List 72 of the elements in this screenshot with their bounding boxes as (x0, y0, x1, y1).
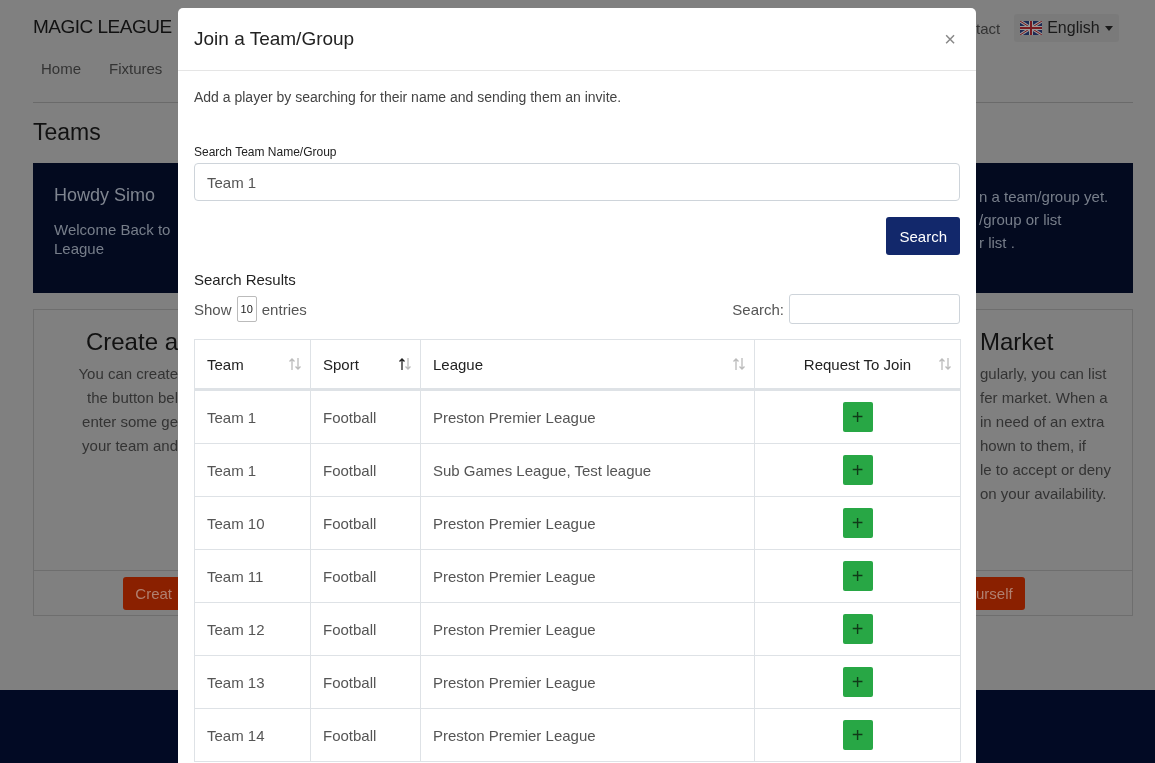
card-text: gularly, you can list (980, 364, 1107, 384)
card-title: Create a (85, 328, 178, 356)
banner-text: Welcome Back to (54, 220, 172, 239)
nav-link[interactable]: tact (976, 19, 1001, 37)
table-cell: Football (310, 443, 421, 497)
card-title: Market (980, 328, 1054, 356)
table-cell: Team 12 (194, 602, 311, 656)
table-cell: Team 1 (194, 443, 311, 497)
page-title: Teams (33, 119, 102, 147)
table-cell: Football (310, 549, 421, 603)
caret-icon (1104, 25, 1113, 31)
card-text: in need of an extra (980, 412, 1105, 432)
table-cell: Preston Premier League (420, 496, 755, 550)
card-text: enter some ge (82, 412, 178, 432)
card-text: You can create (78, 364, 178, 384)
nav-link[interactable]: Fixtures (109, 60, 163, 77)
field-label: Search Team Name/Group (194, 145, 338, 159)
table-cell: Football (310, 655, 421, 709)
card-text: le to accept or deny (980, 460, 1111, 480)
request-join-button[interactable]: + (842, 667, 873, 697)
table-cell: Preston Premier League (420, 708, 755, 762)
request-join-button[interactable]: + (842, 614, 873, 644)
show-label: Show (194, 300, 232, 318)
page-size-select[interactable]: 10 (236, 296, 257, 322)
table-cell: Team 10 (194, 496, 311, 550)
dialog-description: Add a player by searching for their name and sending them an invite. (194, 89, 623, 105)
request-join-button[interactable]: + (842, 402, 873, 432)
team-search-field[interactable]: Team 1 (194, 163, 960, 201)
card-text: your team and (82, 436, 178, 456)
card-text: fer market. When a (980, 388, 1108, 408)
card-text: hown to them, if (980, 436, 1086, 456)
table-cell: Preston Premier League (420, 602, 755, 656)
column-header[interactable]: Sport (310, 339, 421, 390)
table-cell: Football (310, 708, 421, 762)
results-heading: Search Results (194, 271, 297, 288)
table-cell: Team 13 (194, 655, 311, 709)
close-button[interactable]: × (940, 27, 960, 51)
table-cell: Sub Games League, Test league (420, 443, 755, 497)
table-cell: Football (310, 496, 421, 550)
filter-label: Search: (732, 300, 784, 318)
banner-title: Howdy Simo (54, 185, 157, 206)
table-cell: Football (310, 602, 421, 656)
list-yourself-button[interactable]: urself (976, 576, 1025, 610)
filter-field[interactable] (789, 294, 960, 324)
flag-icon (1020, 21, 1043, 35)
request-join-button[interactable]: + (842, 561, 873, 591)
table-cell: Team 14 (194, 708, 311, 762)
column-header[interactable]: Team (194, 339, 311, 390)
card-text: on your availability. (980, 484, 1107, 504)
table-cell: Team 11 (194, 549, 311, 603)
request-join-button[interactable]: + (842, 508, 873, 538)
nav-link[interactable]: Home (41, 60, 81, 77)
logo[interactable]: MAGIC LEAGUE (33, 16, 178, 38)
banner-text: League (54, 239, 106, 258)
column-header[interactable]: Request To Join (754, 339, 961, 390)
request-join-button[interactable]: + (842, 720, 873, 750)
table-cell: Preston Premier League (420, 549, 755, 603)
table-cell: Preston Premier League (420, 655, 755, 709)
language-dropdown[interactable]: English (1014, 14, 1119, 42)
banner-text: n a team/group yet. (979, 187, 1110, 207)
create-button[interactable]: Creat (123, 576, 178, 610)
banner-text: /group or list (979, 210, 1063, 230)
card-text: the button bel (87, 388, 178, 408)
table-cell: Team 1 (194, 389, 311, 444)
table-cell: Football (310, 389, 421, 444)
request-join-button[interactable]: + (842, 455, 873, 485)
dialog-title: Join a Team/Group (194, 28, 355, 50)
column-header[interactable]: League (420, 339, 755, 390)
entries-label: entries (261, 300, 307, 318)
search-button[interactable]: Search (886, 217, 960, 255)
table-cell: Preston Premier League (420, 389, 755, 444)
banner-text: r list . (979, 233, 1016, 253)
